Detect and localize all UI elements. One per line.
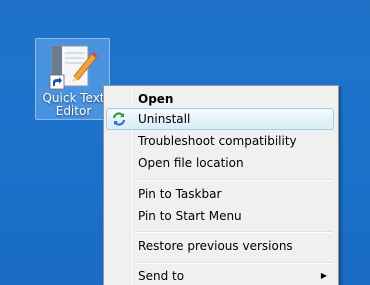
menu-separator: [134, 231, 332, 233]
menu-item-open[interactable]: Open: [106, 88, 334, 110]
menu-item-uninstall[interactable]: Uninstall: [106, 108, 334, 130]
menu-item-label: Open: [138, 92, 174, 106]
desktop-shortcut-quick-text-editor[interactable]: Quick Text Editor: [35, 38, 110, 120]
menu-separator: [134, 179, 332, 181]
menu-separator: [134, 262, 332, 264]
menu-item-label: Restore previous versions: [138, 239, 293, 253]
menu-item-label: Send to: [138, 269, 185, 283]
desktop-icon-label-line2: Editor: [55, 104, 92, 118]
menu-item-label: Troubleshoot compatibility: [138, 134, 297, 148]
submenu-arrow-icon: ▶: [320, 271, 327, 280]
menu-item-send-to[interactable]: Send to ▶: [106, 265, 334, 285]
text-editor-shortcut-icon: [49, 45, 98, 90]
menu-item-pin-to-taskbar[interactable]: Pin to Taskbar: [106, 183, 334, 205]
menu-item-label: Uninstall: [138, 112, 191, 126]
uninstall-arrows-icon: [113, 112, 125, 126]
menu-item-label: Open file location: [138, 156, 244, 170]
menu-item-pin-to-start-menu[interactable]: Pin to Start Menu: [106, 205, 334, 227]
context-menu: Open Uninstall Troubleshoot compatibilit…: [103, 85, 339, 285]
menu-item-restore-previous-versions[interactable]: Restore previous versions: [106, 235, 334, 257]
menu-item-troubleshoot-compatibility[interactable]: Troubleshoot compatibility: [106, 130, 334, 152]
menu-item-label: Pin to Taskbar: [138, 187, 222, 201]
menu-item-label: Pin to Start Menu: [138, 209, 242, 223]
menu-item-open-file-location[interactable]: Open file location: [106, 152, 334, 174]
desktop-icon-label: Quick Text Editor: [36, 92, 111, 118]
